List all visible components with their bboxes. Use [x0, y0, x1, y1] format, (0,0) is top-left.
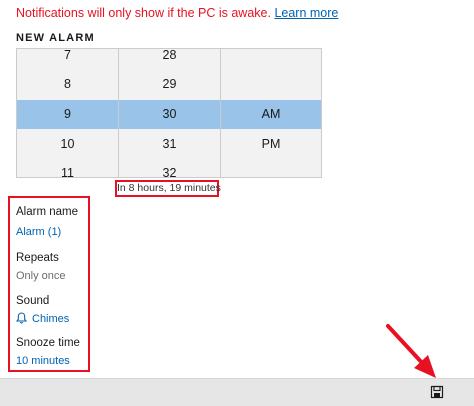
hour-option[interactable]: 8: [17, 73, 118, 95]
minute-option[interactable]: 28: [119, 49, 220, 66]
period-option[interactable]: PM: [221, 133, 321, 155]
minute-option[interactable]: 29: [119, 73, 220, 95]
alarm-countdown: In 8 hours, 19 minutes: [115, 180, 221, 197]
bell-icon: [15, 312, 28, 327]
period-option-selected[interactable]: AM: [221, 103, 321, 125]
repeats-value[interactable]: Only once: [16, 270, 66, 282]
minute-option[interactable]: 31: [119, 133, 220, 155]
sound-value[interactable]: Chimes: [15, 312, 70, 327]
sound-label: Sound: [16, 295, 50, 307]
period-column[interactable]: AM PM: [221, 49, 321, 177]
minute-option[interactable]: 32: [119, 162, 220, 177]
hour-option[interactable]: 10: [17, 133, 118, 155]
hour-option-selected[interactable]: 9: [17, 103, 118, 125]
alarm-name-label: Alarm name: [16, 206, 78, 218]
alarm-name-value[interactable]: Alarm (1): [16, 226, 61, 238]
hour-column[interactable]: 7 8 9 10 11: [17, 49, 118, 177]
save-icon: [430, 385, 444, 399]
notification-warning-text: Notifications will only show if the PC i…: [16, 6, 271, 20]
hour-option[interactable]: 7: [17, 49, 118, 66]
command-bar: [0, 378, 474, 406]
minute-column[interactable]: 28 29 30 31 32: [119, 49, 220, 177]
save-button[interactable]: [430, 385, 446, 401]
time-picker[interactable]: 7 8 9 10 11 28 29 30 31 32 AM PM: [16, 48, 322, 178]
snooze-time-label: Snooze time: [16, 337, 80, 349]
learn-more-link[interactable]: Learn more: [274, 6, 338, 20]
alarm-editor: Notifications will only show if the PC i…: [0, 0, 474, 406]
section-title: NEW ALARM: [16, 32, 95, 44]
sound-value-text: Chimes: [32, 313, 70, 325]
minute-option-selected[interactable]: 30: [119, 103, 220, 125]
snooze-time-value[interactable]: 10 minutes: [16, 355, 70, 367]
hour-option[interactable]: 11: [17, 162, 118, 177]
notification-warning: Notifications will only show if the PC i…: [16, 6, 338, 20]
repeats-label: Repeats: [16, 252, 59, 264]
